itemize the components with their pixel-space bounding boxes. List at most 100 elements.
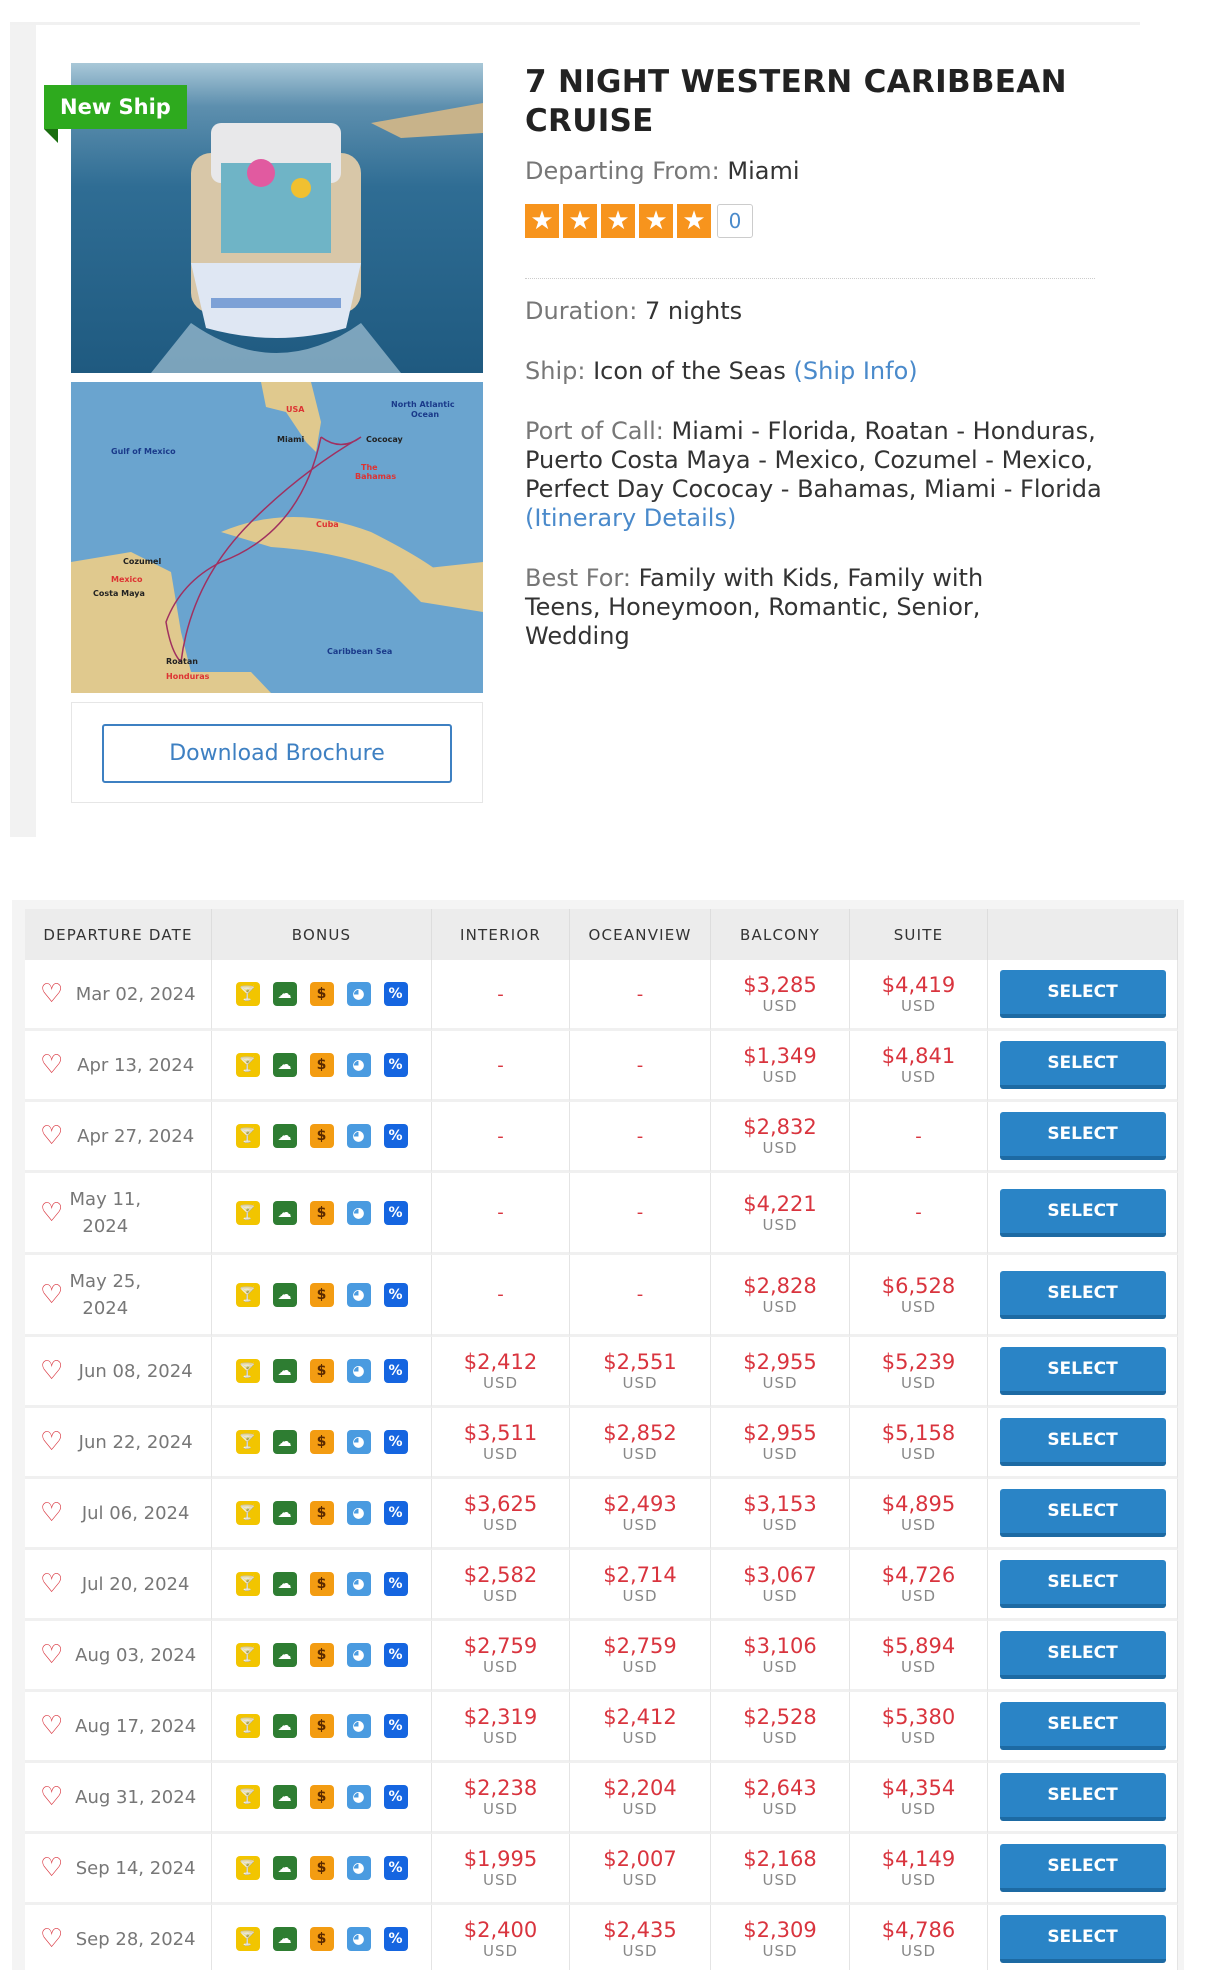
discount-icon[interactable]: % <box>383 1124 408 1148</box>
select-button[interactable]: SELECT <box>999 1631 1166 1679</box>
heart-icon[interactable]: ♡ <box>40 1280 63 1310</box>
onboard-credit-icon[interactable]: $ <box>309 1856 334 1880</box>
onboard-credit-icon[interactable]: $ <box>309 1430 334 1454</box>
heart-icon[interactable]: ♡ <box>40 1498 63 1528</box>
wifi-cloud-icon[interactable]: ☁ <box>272 1643 297 1667</box>
onboard-credit-icon[interactable]: $ <box>309 1643 334 1667</box>
beach-ball-icon[interactable]: ◕ <box>346 1785 371 1809</box>
drink-package-icon[interactable]: 🍸 <box>235 1643 260 1667</box>
wifi-cloud-icon[interactable]: ☁ <box>272 982 297 1006</box>
wifi-cloud-icon[interactable]: ☁ <box>272 1856 297 1880</box>
select-button[interactable]: SELECT <box>999 1347 1166 1395</box>
select-button[interactable]: SELECT <box>999 1915 1166 1963</box>
heart-icon[interactable]: ♡ <box>40 979 63 1009</box>
discount-icon[interactable]: % <box>383 1359 408 1383</box>
wifi-cloud-icon[interactable]: ☁ <box>272 1200 297 1225</box>
star-icon[interactable]: ★ <box>639 204 673 238</box>
select-button[interactable]: SELECT <box>999 1773 1166 1821</box>
beach-ball-icon[interactable]: ◕ <box>346 1714 371 1738</box>
select-button[interactable]: SELECT <box>999 1560 1166 1608</box>
beach-ball-icon[interactable]: ◕ <box>346 982 371 1006</box>
onboard-credit-icon[interactable]: $ <box>309 1501 334 1525</box>
select-button[interactable]: SELECT <box>999 1112 1166 1160</box>
rating[interactable]: ★ ★ ★ ★ ★ 0 <box>525 204 1105 238</box>
drink-package-icon[interactable]: 🍸 <box>235 1785 260 1809</box>
beach-ball-icon[interactable]: ◕ <box>346 1282 371 1307</box>
discount-icon[interactable]: % <box>383 1430 408 1454</box>
select-button[interactable]: SELECT <box>999 970 1166 1018</box>
beach-ball-icon[interactable]: ◕ <box>346 1430 371 1454</box>
beach-ball-icon[interactable]: ◕ <box>346 1359 371 1383</box>
select-button[interactable]: SELECT <box>999 1041 1166 1089</box>
itinerary-map[interactable]: USA North Atlantic Ocean Gulf of Mexico M… <box>71 382 483 693</box>
discount-icon[interactable]: % <box>383 1643 408 1667</box>
beach-ball-icon[interactable]: ◕ <box>346 1200 371 1225</box>
wifi-cloud-icon[interactable]: ☁ <box>272 1572 297 1596</box>
discount-icon[interactable]: % <box>383 1053 408 1077</box>
wifi-cloud-icon[interactable]: ☁ <box>272 1282 297 1307</box>
onboard-credit-icon[interactable]: $ <box>309 1927 334 1951</box>
drink-package-icon[interactable]: 🍸 <box>235 1282 260 1307</box>
beach-ball-icon[interactable]: ◕ <box>346 1572 371 1596</box>
heart-icon[interactable]: ♡ <box>40 1569 63 1599</box>
select-button[interactable]: SELECT <box>999 1188 1166 1237</box>
onboard-credit-icon[interactable]: $ <box>309 1282 334 1307</box>
star-icon[interactable]: ★ <box>677 204 711 238</box>
wifi-cloud-icon[interactable]: ☁ <box>272 1053 297 1077</box>
discount-icon[interactable]: % <box>383 1572 408 1596</box>
discount-icon[interactable]: % <box>383 1501 408 1525</box>
drink-package-icon[interactable]: 🍸 <box>235 1572 260 1596</box>
heart-icon[interactable]: ♡ <box>40 1640 63 1670</box>
ship-info-link[interactable]: (Ship Info) <box>794 357 918 385</box>
select-button[interactable]: SELECT <box>999 1702 1166 1750</box>
select-button[interactable]: SELECT <box>999 1844 1166 1892</box>
star-icon[interactable]: ★ <box>525 204 559 238</box>
wifi-cloud-icon[interactable]: ☁ <box>272 1927 297 1951</box>
beach-ball-icon[interactable]: ◕ <box>346 1856 371 1880</box>
select-button[interactable]: SELECT <box>999 1418 1166 1466</box>
discount-icon[interactable]: % <box>383 1282 408 1307</box>
beach-ball-icon[interactable]: ◕ <box>346 1053 371 1077</box>
onboard-credit-icon[interactable]: $ <box>309 1200 334 1225</box>
wifi-cloud-icon[interactable]: ☁ <box>272 1124 297 1148</box>
wifi-cloud-icon[interactable]: ☁ <box>272 1785 297 1809</box>
onboard-credit-icon[interactable]: $ <box>309 1572 334 1596</box>
heart-icon[interactable]: ♡ <box>40 1711 63 1741</box>
onboard-credit-icon[interactable]: $ <box>309 1785 334 1809</box>
heart-icon[interactable]: ♡ <box>40 1924 63 1954</box>
onboard-credit-icon[interactable]: $ <box>309 1124 334 1148</box>
itinerary-details-link[interactable]: (Itinerary Details) <box>525 504 736 532</box>
download-brochure-button[interactable]: Download Brochure <box>102 724 452 783</box>
drink-package-icon[interactable]: 🍸 <box>235 1714 260 1738</box>
onboard-credit-icon[interactable]: $ <box>309 1053 334 1077</box>
drink-package-icon[interactable]: 🍸 <box>235 1124 260 1148</box>
heart-icon[interactable]: ♡ <box>40 1050 63 1080</box>
beach-ball-icon[interactable]: ◕ <box>346 1643 371 1667</box>
select-button[interactable]: SELECT <box>999 1489 1166 1537</box>
discount-icon[interactable]: % <box>383 1785 408 1809</box>
drink-package-icon[interactable]: 🍸 <box>235 1359 260 1383</box>
drink-package-icon[interactable]: 🍸 <box>235 1200 260 1225</box>
drink-package-icon[interactable]: 🍸 <box>235 1430 260 1454</box>
wifi-cloud-icon[interactable]: ☁ <box>272 1501 297 1525</box>
drink-package-icon[interactable]: 🍸 <box>235 1501 260 1525</box>
star-icon[interactable]: ★ <box>601 204 635 238</box>
beach-ball-icon[interactable]: ◕ <box>346 1124 371 1148</box>
select-button[interactable]: SELECT <box>999 1270 1166 1319</box>
discount-icon[interactable]: % <box>383 1927 408 1951</box>
drink-package-icon[interactable]: 🍸 <box>235 1856 260 1880</box>
drink-package-icon[interactable]: 🍸 <box>235 982 260 1006</box>
discount-icon[interactable]: % <box>383 1856 408 1880</box>
wifi-cloud-icon[interactable]: ☁ <box>272 1430 297 1454</box>
discount-icon[interactable]: % <box>383 1200 408 1225</box>
drink-package-icon[interactable]: 🍸 <box>235 1053 260 1077</box>
heart-icon[interactable]: ♡ <box>40 1356 63 1386</box>
beach-ball-icon[interactable]: ◕ <box>346 1927 371 1951</box>
star-icon[interactable]: ★ <box>563 204 597 238</box>
heart-icon[interactable]: ♡ <box>40 1427 63 1457</box>
onboard-credit-icon[interactable]: $ <box>309 1714 334 1738</box>
heart-icon[interactable]: ♡ <box>40 1782 63 1812</box>
onboard-credit-icon[interactable]: $ <box>309 1359 334 1383</box>
drink-package-icon[interactable]: 🍸 <box>235 1927 260 1951</box>
heart-icon[interactable]: ♡ <box>40 1198 63 1228</box>
